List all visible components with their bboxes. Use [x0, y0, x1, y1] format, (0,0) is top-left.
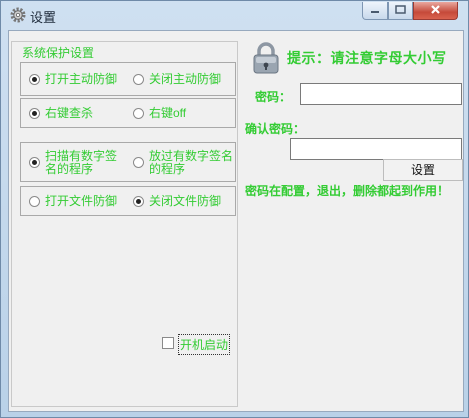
confirm-password-label: 确认密码： [245, 122, 306, 136]
maximize-button[interactable] [388, 2, 413, 20]
label-close-active-defense[interactable]: 关闭主动防御 [149, 73, 221, 86]
confirm-password-field[interactable] [290, 138, 462, 160]
password-label: 密码： [255, 90, 292, 104]
autostart-label[interactable]: 开机启动 [178, 334, 231, 355]
label-open-file-defense[interactable]: 打开文件防御 [45, 195, 117, 208]
option-row-file-defense: 打开文件防御 关闭文件防御 [20, 186, 236, 216]
groupbox-title: 系统保护设置 [20, 44, 97, 61]
lock-icon [253, 42, 279, 74]
radio-close-file-defense[interactable] [133, 196, 144, 207]
option-row-digital-signature: 扫描有数字签名的程序 放过有数字签名的程序 [20, 142, 236, 182]
label-right-click-scan[interactable]: 右键查杀 [45, 107, 93, 120]
hint-text: 提示：请注意字母大小写 [287, 50, 447, 66]
radio-scan-signed[interactable] [29, 157, 40, 168]
maximize-icon [395, 5, 406, 14]
note-text: 密码在配置，退出，删除都起到作用！ [245, 184, 450, 198]
gear-icon [10, 7, 26, 23]
label-open-active-defense[interactable]: 打开主动防御 [45, 73, 117, 86]
window-title: 设置 [30, 10, 57, 25]
close-button[interactable] [413, 2, 458, 20]
settings-window: 设置 系统保护设置 打开主动防御 关闭主动防御 右键查杀 右键off 扫描有数字… [0, 0, 469, 418]
minimize-icon [371, 11, 379, 13]
radio-right-click-scan[interactable] [29, 108, 40, 119]
radio-open-file-defense[interactable] [29, 196, 40, 207]
radio-right-click-off[interactable] [133, 108, 144, 119]
autostart-checkbox[interactable] [162, 337, 174, 349]
password-field[interactable] [300, 83, 462, 105]
minimize-button[interactable] [362, 2, 388, 20]
label-close-file-defense[interactable]: 关闭文件防御 [149, 195, 221, 208]
radio-skip-signed[interactable] [133, 157, 144, 168]
client-area: 系统保护设置 打开主动防御 关闭主动防御 右键查杀 右键off 扫描有数字签名的… [8, 30, 464, 412]
option-row-active-defense: 打开主动防御 关闭主动防御 [20, 62, 236, 96]
title-bar[interactable]: 设置 [1, 1, 468, 29]
radio-close-active-defense[interactable] [133, 74, 144, 85]
label-scan-signed[interactable]: 扫描有数字签名的程序 [45, 150, 127, 176]
set-button[interactable]: 设置 [383, 159, 463, 181]
close-icon [431, 5, 440, 14]
radio-open-active-defense[interactable] [29, 74, 40, 85]
label-right-click-off[interactable]: 右键off [149, 107, 186, 120]
option-row-right-click: 右键查杀 右键off [20, 98, 236, 128]
label-skip-signed[interactable]: 放过有数字签名的程序 [149, 150, 233, 176]
